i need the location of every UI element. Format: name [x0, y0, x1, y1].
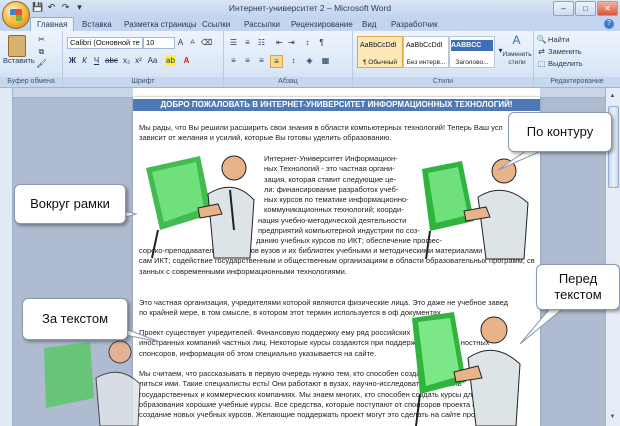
- callout-contour: По контуру: [508, 112, 612, 152]
- callout-in-front: Перед текстом: [536, 264, 620, 310]
- callout-behind-text: За текстом: [22, 298, 128, 340]
- callout-around-frame: Вокруг рамки: [14, 184, 126, 224]
